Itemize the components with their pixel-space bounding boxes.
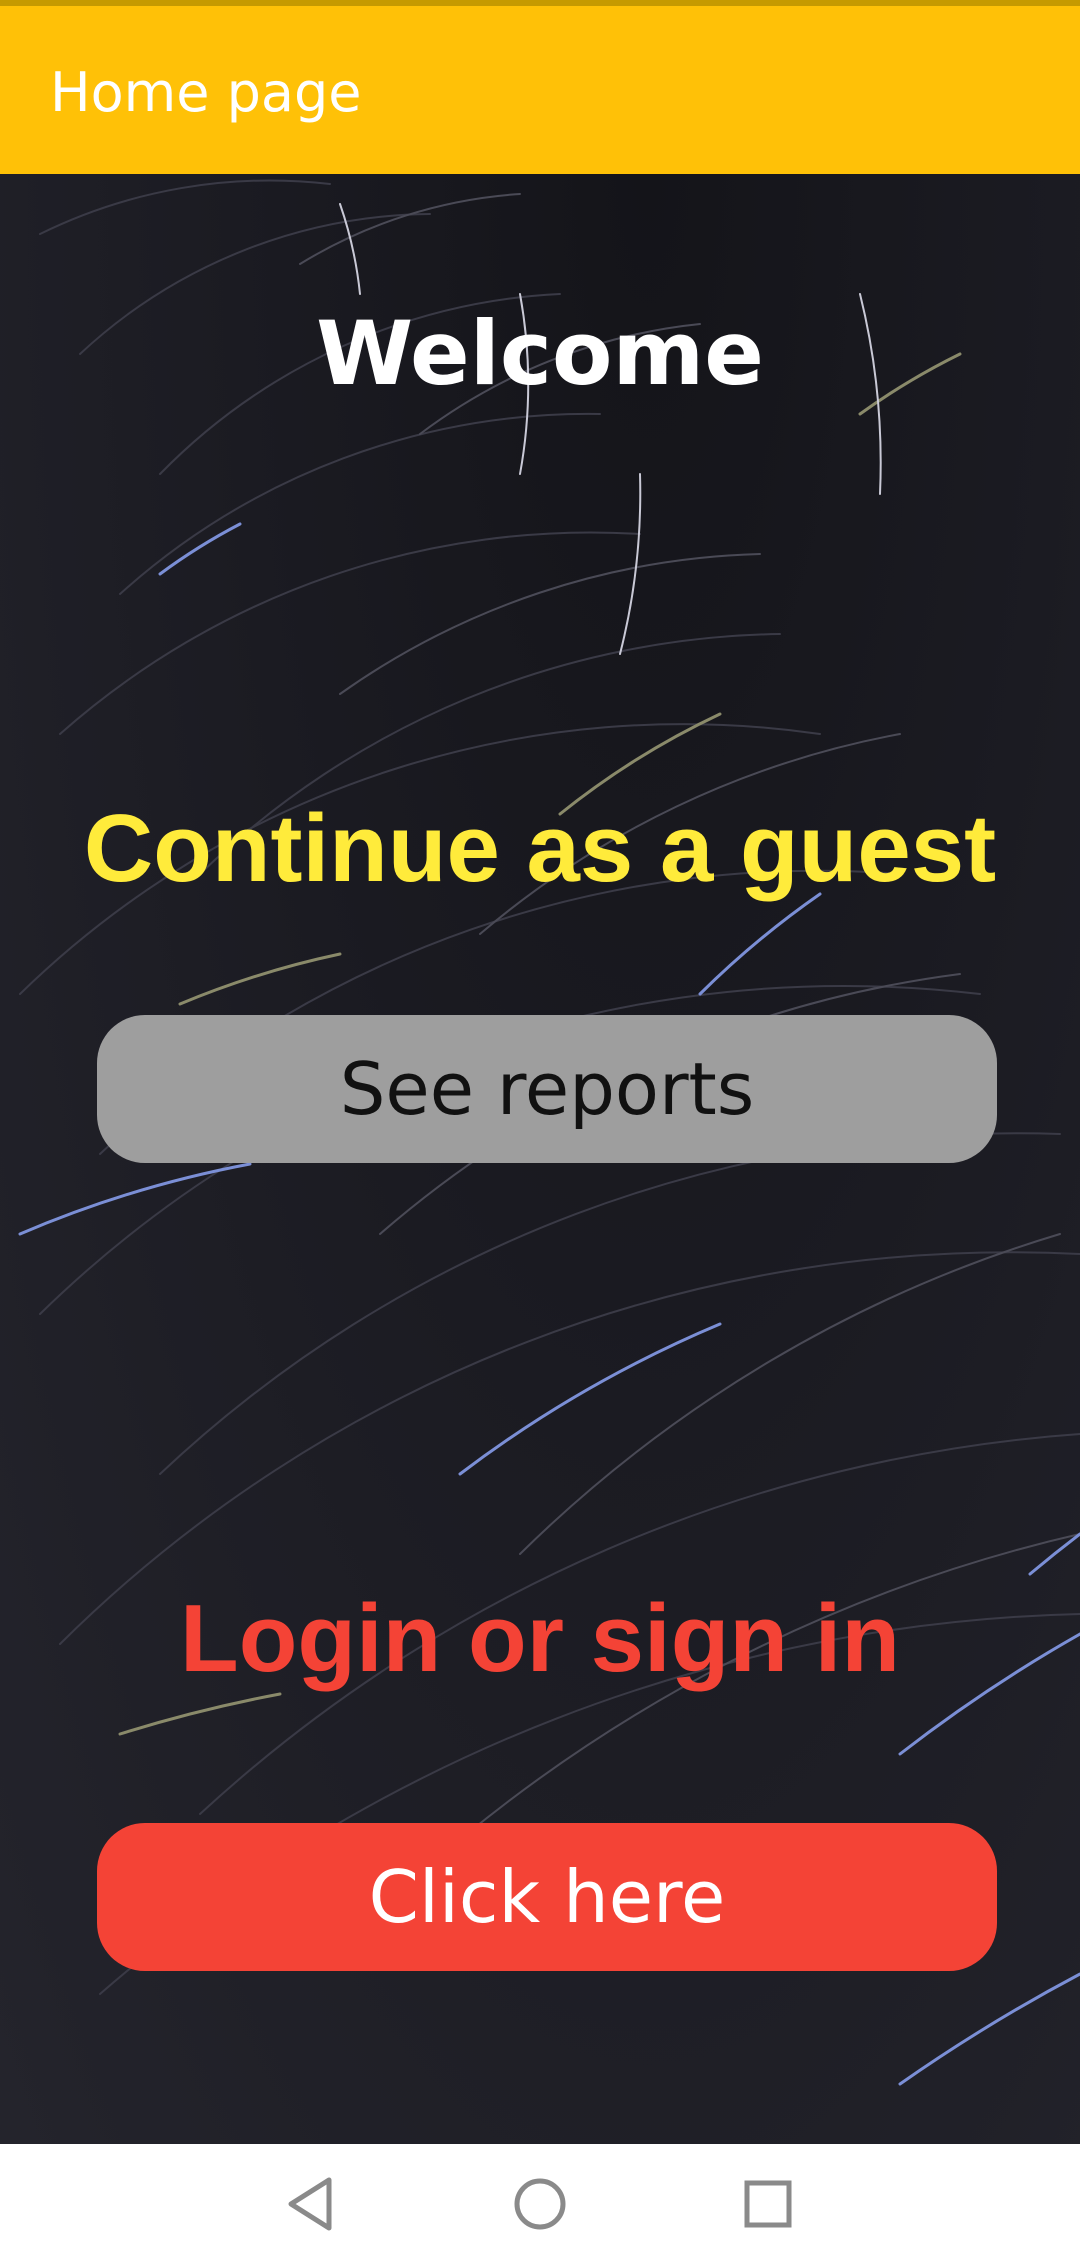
- recents-icon[interactable]: [728, 2164, 808, 2244]
- screen: Home page Welcome Continue as a guest Se…: [0, 0, 1080, 2265]
- welcome-heading: Welcome: [316, 302, 764, 405]
- login-button[interactable]: Click here: [97, 1823, 997, 1971]
- login-heading: Login or sign in: [180, 1585, 900, 1692]
- system-nav-bar: [0, 2144, 1080, 2265]
- guest-heading: Continue as a guest: [83, 795, 997, 902]
- see-reports-button[interactable]: See reports: [97, 1015, 997, 1163]
- page-title: Home page: [50, 61, 362, 124]
- app-bar: Home page: [0, 6, 1080, 174]
- home-icon[interactable]: [500, 2164, 580, 2244]
- main-content: Welcome Continue as a guest See reports …: [0, 174, 1080, 2144]
- back-icon[interactable]: [270, 2164, 350, 2244]
